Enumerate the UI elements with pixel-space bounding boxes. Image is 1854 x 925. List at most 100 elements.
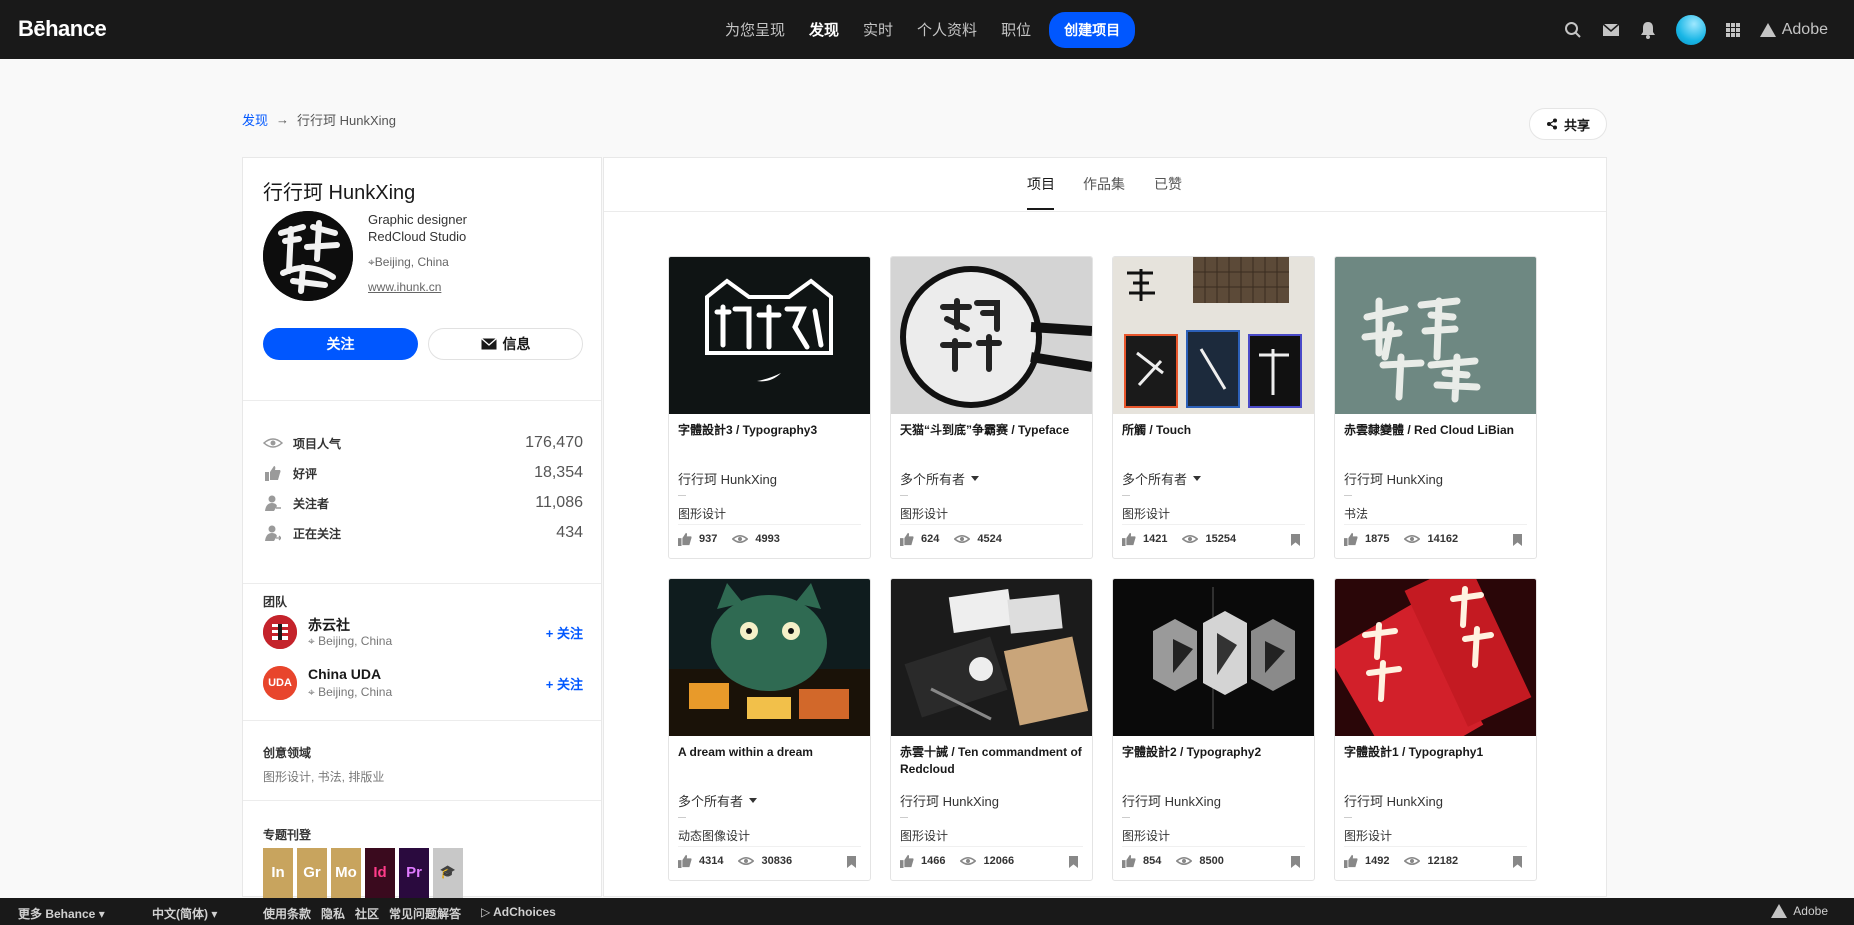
mail-icon[interactable] bbox=[1602, 22, 1620, 37]
create-project-button[interactable]: 创建项目 bbox=[1049, 11, 1136, 48]
profile-website-link[interactable]: www.ihunk.cn bbox=[368, 279, 467, 296]
bookmark-icon[interactable] bbox=[1513, 856, 1522, 868]
badge-in[interactable]: In bbox=[263, 848, 293, 898]
thumbs-up-icon bbox=[263, 465, 283, 481]
profile-avatar[interactable] bbox=[263, 211, 353, 301]
project-title[interactable]: 天猫“斗到底”争霸赛 / Typeface bbox=[900, 422, 1085, 439]
adobe-link[interactable]: Adobe bbox=[1759, 21, 1828, 39]
bell-icon[interactable] bbox=[1640, 21, 1656, 39]
footer-more-behance[interactable]: 更多 Behance ▾ bbox=[18, 905, 105, 922]
tab-collections[interactable]: 作品集 bbox=[1083, 174, 1125, 194]
thumbs-up-icon[interactable] bbox=[678, 854, 692, 868]
project-card[interactable]: 天猫“斗到底”争霸赛 / Typeface 多个所有者 图形设计 624 452… bbox=[890, 256, 1093, 559]
footer-privacy-link[interactable]: 隐私 bbox=[321, 905, 345, 922]
project-card[interactable]: 字體設計1 / Typography1 行行珂 HunkXing 图形设计 14… bbox=[1334, 578, 1537, 881]
footer-adobe-link[interactable]: Adobe bbox=[1771, 904, 1828, 918]
follow-button[interactable]: 关注 bbox=[263, 328, 418, 360]
footer-language-select[interactable]: 中文(简体) ▾ bbox=[152, 905, 217, 922]
bookmark-icon[interactable] bbox=[1069, 856, 1078, 868]
thumbs-up-icon[interactable] bbox=[1122, 854, 1136, 868]
project-card[interactable]: 赤雲隸變體 / Red Cloud LiBian 行行珂 HunkXing 书法… bbox=[1334, 256, 1537, 559]
project-owner[interactable]: 行行珂 HunkXing bbox=[678, 469, 777, 488]
project-card[interactable]: 所觸 / Touch 多个所有者 图形设计 1421 15254 bbox=[1112, 256, 1315, 559]
project-owner[interactable]: 行行珂 HunkXing bbox=[1344, 791, 1443, 810]
nav-discover[interactable]: 发现 bbox=[809, 19, 839, 40]
apps-grid-icon[interactable] bbox=[1725, 22, 1740, 37]
badge-id[interactable]: Id bbox=[365, 848, 395, 898]
badge-mo[interactable]: Mo bbox=[331, 848, 361, 898]
project-thumbnail[interactable] bbox=[669, 579, 870, 736]
badge-graduation[interactable]: 🎓 bbox=[433, 848, 463, 898]
tab-projects[interactable]: 项目 bbox=[1027, 174, 1055, 194]
project-title[interactable]: 字體設計1 / Typography1 bbox=[1344, 744, 1529, 761]
project-thumbnail[interactable] bbox=[1113, 579, 1314, 736]
team-follow-button[interactable]: + 关注 bbox=[546, 623, 583, 642]
tab-appreciated[interactable]: 已赞 bbox=[1154, 174, 1182, 194]
project-thumbnail[interactable] bbox=[1335, 257, 1536, 414]
nav-live[interactable]: 实时 bbox=[863, 19, 893, 40]
project-title[interactable]: A dream within a dream bbox=[678, 744, 863, 761]
nav-jobs[interactable]: 职位 bbox=[1001, 19, 1031, 40]
thumbs-up-icon[interactable] bbox=[1122, 532, 1136, 546]
project-owner[interactable]: 多个所有者 bbox=[678, 791, 758, 810]
project-title[interactable]: 赤雲隸變體 / Red Cloud LiBian bbox=[1344, 422, 1529, 439]
project-card[interactable]: A dream within a dream 多个所有者 动态图像设计 4314… bbox=[668, 578, 871, 881]
project-field: 图形设计 bbox=[900, 829, 949, 843]
bookmark-icon[interactable] bbox=[1291, 856, 1300, 868]
share-button[interactable]: 共享 bbox=[1529, 108, 1607, 140]
project-thumbnail[interactable] bbox=[669, 257, 870, 414]
footer-faq-link[interactable]: 常见问题解答 bbox=[389, 905, 461, 922]
bookmark-icon[interactable] bbox=[1513, 534, 1522, 546]
nav-for-you[interactable]: 为您呈现 bbox=[725, 19, 785, 40]
bookmark-icon[interactable] bbox=[847, 856, 856, 868]
project-owner[interactable]: 多个所有者 bbox=[1122, 469, 1202, 488]
thumbs-up-icon[interactable] bbox=[900, 854, 914, 868]
project-card[interactable]: 字體設計2 / Typography2 行行珂 HunkXing 图形设计 85… bbox=[1112, 578, 1315, 881]
project-title[interactable]: 赤雲十誡 / Ten commandment of Redcloud bbox=[900, 744, 1085, 778]
project-title[interactable]: 所觸 / Touch bbox=[1122, 422, 1307, 439]
project-thumbnail[interactable] bbox=[891, 579, 1092, 736]
user-avatar[interactable] bbox=[1675, 14, 1706, 45]
footer-terms-link[interactable]: 使用条款 bbox=[263, 905, 311, 922]
project-owner[interactable]: 行行珂 HunkXing bbox=[900, 791, 999, 810]
thumbs-up-icon[interactable] bbox=[678, 532, 692, 546]
divider bbox=[900, 524, 1083, 525]
bookmark-icon[interactable] bbox=[1291, 534, 1300, 546]
footer-community-link[interactable]: 社区 bbox=[355, 905, 379, 922]
project-owner[interactable]: 行行珂 HunkXing bbox=[1344, 469, 1443, 488]
chevron-down-icon[interactable] bbox=[749, 798, 758, 803]
project-thumbnail[interactable] bbox=[891, 257, 1092, 414]
project-thumbnail[interactable] bbox=[1113, 257, 1314, 414]
project-title[interactable]: 字體設計3 / Typography3 bbox=[678, 422, 863, 439]
nav-profile[interactable]: 个人资料 bbox=[917, 19, 977, 40]
chevron-down-icon[interactable] bbox=[971, 476, 980, 481]
team-item[interactable]: UDA China UDA ⌖ Beijing, China + 关注 bbox=[263, 664, 583, 704]
breadcrumb-arrow-icon: → bbox=[276, 112, 290, 127]
thumbs-up-icon[interactable] bbox=[1344, 532, 1358, 546]
team-location: ⌖ Beijing, China bbox=[308, 634, 393, 648]
profile-occupation: Graphic designer bbox=[368, 212, 467, 227]
team-name: 赤云社 bbox=[308, 617, 350, 633]
project-owner[interactable]: 多个所有者 bbox=[900, 469, 980, 488]
team-item[interactable]: 赤云社 ⌖ Beijing, China + 关注 bbox=[263, 613, 583, 653]
divider bbox=[900, 846, 1083, 847]
behance-logo[interactable]: Bēhance bbox=[18, 16, 107, 42]
footer-adchoices-link[interactable]: ▷ AdChoices bbox=[481, 905, 556, 919]
project-field: 图形设计 bbox=[1122, 829, 1171, 843]
badge-gr[interactable]: Gr bbox=[297, 848, 327, 898]
project-card[interactable]: 赤雲十誡 / Ten commandment of Redcloud 行行珂 H… bbox=[890, 578, 1093, 881]
chevron-down-icon[interactable] bbox=[1193, 476, 1202, 481]
thumbs-up-icon[interactable] bbox=[900, 532, 914, 546]
message-button[interactable]: 信息 bbox=[428, 328, 583, 360]
team-follow-button[interactable]: + 关注 bbox=[546, 674, 583, 693]
project-owner[interactable]: 行行珂 HunkXing bbox=[1122, 791, 1221, 810]
project-card[interactable]: 字體設計3 / Typography3 行行珂 HunkXing 图形设计 93… bbox=[668, 256, 871, 559]
project-thumbnail[interactable] bbox=[1335, 579, 1536, 736]
breadcrumb-discover[interactable]: 发现 bbox=[242, 110, 268, 129]
project-title[interactable]: 字體設計2 / Typography2 bbox=[1122, 744, 1307, 761]
thumbs-up-icon[interactable] bbox=[1344, 854, 1358, 868]
search-icon[interactable] bbox=[1564, 21, 1582, 39]
main-nav: 为您呈现 发现 实时 个人资料 职位 创建项目 bbox=[725, 0, 1136, 59]
badge-pr[interactable]: Pr bbox=[399, 848, 429, 898]
mail-icon bbox=[480, 338, 497, 350]
